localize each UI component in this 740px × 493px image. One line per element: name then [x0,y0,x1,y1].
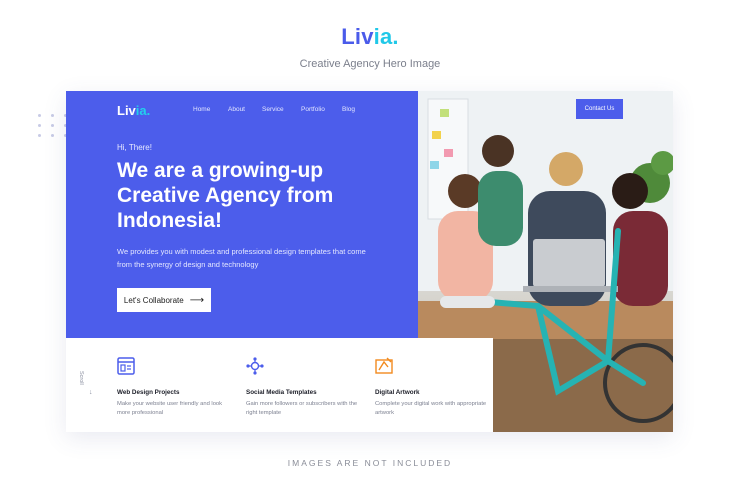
nav-logo-accent: ia [135,103,147,118]
showcase-header: Livia. Creative Agency Hero Image [0,24,740,70]
feature-title: Web Design Projects [117,389,180,396]
feature-title: Digital Artwork [375,389,420,396]
nav-link-home[interactable]: Home [193,106,210,113]
nav-link-service[interactable]: Service [262,106,284,113]
showcase-subtitle: Creative Agency Hero Image [299,58,441,70]
footer-note: IMAGES ARE NOT INCLUDED [287,458,453,468]
nav-logo-dot: . [146,103,151,118]
arrow-right-icon: ⟶ [189,294,205,306]
feature-title: Social Media Templates [246,389,317,396]
network-nodes-icon [246,357,264,375]
browser-layout-icon [117,357,135,375]
brand-logo-main: Liv [341,24,374,49]
hero-panel: Livia. Home About Service Portfolio Blog… [66,91,418,338]
feature-social-media: Social Media Templates Gain more followe… [246,357,361,417]
hero-title: We are a growing-up Creative Agency from… [117,159,334,232]
nav-logo-main: Liv [117,103,136,118]
feature-web-design: Web Design Projects Make your website us… [117,357,232,417]
hero-mockup: Livia. Home About Service Portfolio Blog… [66,91,673,432]
brand-logo-dot: . [392,24,399,49]
brand-logo-accent: ia [373,24,393,49]
feature-description: Complete your digital work with appropri… [375,401,487,416]
nav-link-about[interactable]: About [228,106,245,113]
feature-digital-artwork: Digital Artwork Complete your digital wo… [375,357,490,417]
feature-description: Gain more followers or subscribers with … [246,401,358,416]
nav-link-blog[interactable]: Blog [342,106,355,113]
contact-us-button[interactable]: Contact Us [576,99,623,119]
collaborate-button[interactable]: Let's Collaborate ⟶ [117,288,211,312]
collaborate-button-label: Let's Collaborate [123,295,184,305]
brand-logo: Livia. [0,24,740,50]
scroll-down-icon: ↓ [89,389,93,396]
hero-greeting: Hi, There! [117,143,152,152]
nav-logo[interactable]: Livia. [117,103,150,118]
hero-description: We provides you with modest and professi… [117,247,366,269]
scroll-label: Scroll [78,371,84,385]
nav-link-portfolio[interactable]: Portfolio [301,106,325,113]
feature-description: Make your website user friendly and look… [117,401,223,416]
design-tools-icon [375,357,393,374]
